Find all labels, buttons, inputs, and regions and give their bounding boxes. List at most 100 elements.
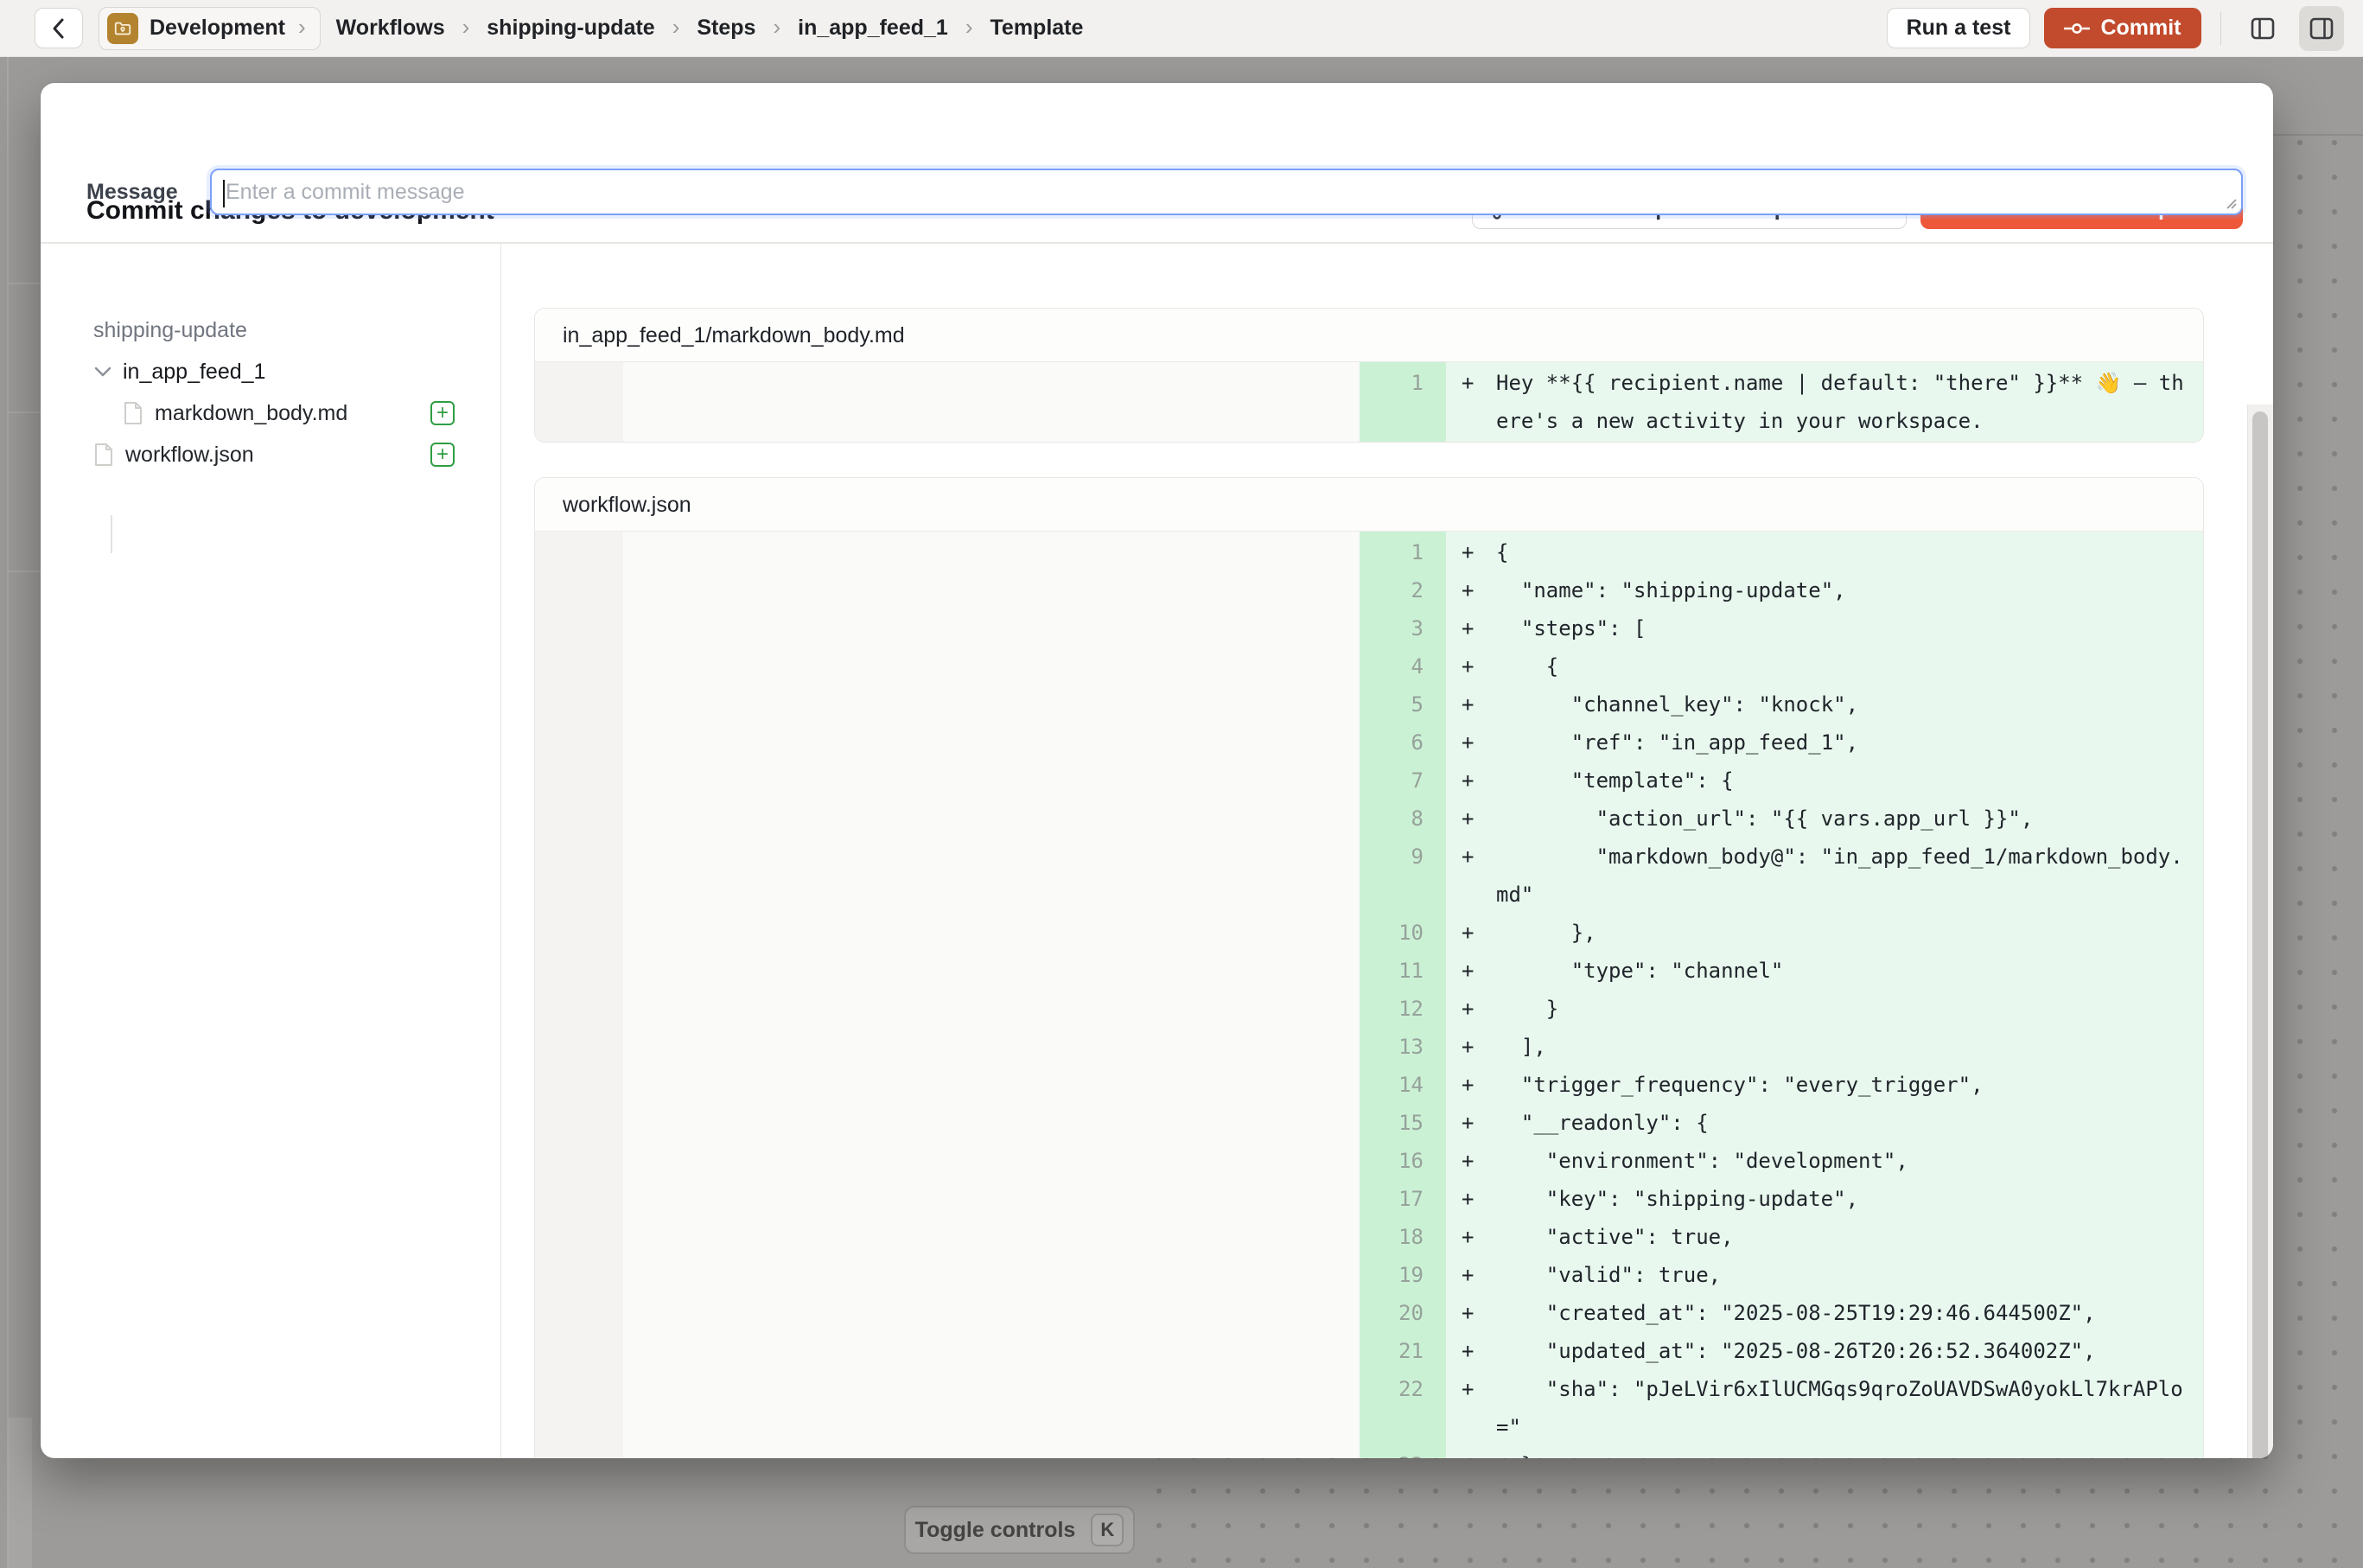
line-number: 5: [1360, 685, 1446, 723]
diff-add-sign: +: [1462, 364, 1496, 402]
diff-line-text: "created_at": "2025-08-25T19:29:46.64450…: [1496, 1294, 2191, 1332]
panel-right-icon: [2307, 14, 2336, 43]
line-number: 11: [1360, 952, 1446, 990]
chevron-left-icon: [49, 16, 68, 41]
line-number: 7: [1360, 762, 1446, 800]
diff-add-sign: +: [1462, 1446, 1496, 1458]
top-bar: Development › Workflows › shipping-updat…: [0, 0, 2363, 57]
diff-line-text: "template": {: [1496, 762, 2191, 800]
commit-icon: [2064, 18, 2090, 39]
diff-line: 9+ "markdown_body@": "in_app_feed_1/mark…: [535, 838, 2203, 914]
diff-body: 1+Hey **{{ recipient.name | default: "th…: [535, 362, 2203, 442]
diff-line-text: {: [1496, 533, 2191, 571]
canvas-panel-line: [7, 570, 41, 572]
breadcrumb-workflow-key[interactable]: shipping-update: [487, 16, 654, 41]
diff-old-side-empty: [535, 685, 1360, 723]
panel-left-icon: [2248, 14, 2277, 43]
tree-item-workflow-root[interactable]: shipping-update: [41, 309, 500, 351]
modal-scrollbar-thumb[interactable]: [2252, 411, 2268, 1458]
run-a-test-button[interactable]: Run a test: [1887, 8, 2031, 48]
diff-add-sign: +: [1462, 1028, 1496, 1066]
diff-card-markdown-body: in_app_feed_1/markdown_body.md 1+Hey **{…: [534, 308, 2204, 443]
diff-line: 2+ "name": "shipping-update",: [535, 571, 2203, 609]
diff-line-text: "updated_at": "2025-08-26T20:26:52.36400…: [1496, 1332, 2191, 1370]
line-number: 10: [1360, 914, 1446, 952]
line-number: 14: [1360, 1066, 1446, 1104]
modal-scrollbar-track[interactable]: [2247, 405, 2273, 1458]
diff-line: 12+ }: [535, 990, 2203, 1028]
tree-item-workflow-json[interactable]: workflow.json +: [41, 434, 500, 475]
file-added-badge: +: [430, 401, 455, 425]
diff-add-sign: +: [1462, 914, 1496, 952]
diff-add-sign: +: [1462, 1180, 1496, 1218]
diff-line: 7 + "template": {: [535, 762, 2203, 800]
file-added-badge: +: [430, 443, 455, 467]
chevron-right-icon: ›: [296, 14, 308, 41]
diff-old-side-empty: [535, 1028, 1360, 1066]
diff-line: 17+ "key": "shipping-update",: [535, 1180, 2203, 1218]
diff-filename: workflow.json: [535, 478, 2203, 532]
diff-line: 1+{: [535, 533, 2203, 571]
toggle-right-panel-button[interactable]: [2299, 6, 2344, 51]
toggle-left-panel-button[interactable]: [2240, 6, 2285, 51]
diff-old-side-empty: [535, 1218, 1360, 1256]
diff-add-sign: +: [1462, 1256, 1496, 1294]
environment-folder-icon: [107, 13, 138, 44]
breadcrumb-steps[interactable]: Steps: [697, 16, 755, 41]
diff-old-side-empty: [535, 609, 1360, 647]
diff-line-text: "trigger_frequency": "every_trigger",: [1496, 1066, 2191, 1104]
diff-line-text: Hey **{{ recipient.name | default: "ther…: [1496, 364, 2191, 440]
breadcrumb-separator: ›: [964, 14, 975, 41]
diff-add-sign: +: [1462, 685, 1496, 723]
diff-add-sign: +: [1462, 1370, 1496, 1408]
diff-line: 11+ "type": "channel": [535, 952, 2203, 990]
line-number: 19: [1360, 1256, 1446, 1294]
commit-message-input[interactable]: Enter a commit message: [210, 169, 2243, 215]
diff-line-text: "ref": "in_app_feed_1",: [1496, 723, 2191, 762]
textarea-resize-handle[interactable]: [2222, 194, 2238, 210]
diff-old-side-empty: [535, 1180, 1360, 1218]
diff-line-text: "action_url": "{{ vars.app_url }}",: [1496, 800, 2191, 838]
message-label: Message: [86, 169, 178, 215]
diff-add-sign: +: [1462, 571, 1496, 609]
diff-add-sign: +: [1462, 800, 1496, 838]
diff-line: 1+Hey **{{ recipient.name | default: "th…: [535, 364, 2203, 440]
tree-file-label: markdown_body.md: [155, 401, 347, 426]
diff-add-sign: +: [1462, 1294, 1496, 1332]
diff-line-text: "valid": true,: [1496, 1256, 2191, 1294]
diff-old-side-empty: [535, 1370, 1360, 1446]
toggle-controls-button[interactable]: Toggle controls K: [904, 1506, 1135, 1554]
diff-old-side-empty: [535, 1066, 1360, 1104]
diff-old-side-empty: [535, 1142, 1360, 1180]
breadcrumb-separator: ›: [461, 14, 472, 41]
diff-line: 23+ }: [535, 1446, 2203, 1458]
tree-item-step-folder[interactable]: in_app_feed_1: [41, 351, 500, 392]
diff-line: 8+ "action_url": "{{ vars.app_url }}",: [535, 800, 2203, 838]
diff-line-text: "key": "shipping-update",: [1496, 1180, 2191, 1218]
modal-header: Commit changes to development Commit and…: [41, 83, 2273, 242]
commit-button[interactable]: Commit: [2044, 8, 2201, 48]
tree-folder-label: in_app_feed_1: [123, 360, 265, 385]
diff-line: 21+ "updated_at": "2025-08-26T20:26:52.3…: [535, 1332, 2203, 1370]
environment-selector[interactable]: Development ›: [99, 7, 321, 50]
diff-old-side-empty: [535, 800, 1360, 838]
diff-old-side-empty: [535, 571, 1360, 609]
line-number: 23: [1360, 1446, 1446, 1458]
breadcrumb-workflows[interactable]: Workflows: [336, 16, 445, 41]
breadcrumb-template[interactable]: Template: [990, 16, 1084, 41]
diff-line-text: ],: [1496, 1028, 2191, 1066]
diff-line-text: "__readonly": {: [1496, 1104, 2191, 1142]
keyboard-shortcut-badge: K: [1091, 1514, 1124, 1546]
diff-add-sign: +: [1462, 762, 1496, 800]
file-icon: [93, 443, 114, 467]
diff-old-side-empty: [535, 990, 1360, 1028]
diff-line: 16+ "environment": "development",: [535, 1142, 2203, 1180]
diff-add-sign: +: [1462, 1104, 1496, 1142]
diff-line: 5+ "channel_key": "knock",: [535, 685, 2203, 723]
breadcrumb-separator: ›: [671, 14, 682, 41]
breadcrumb-step-ref[interactable]: in_app_feed_1: [798, 16, 948, 41]
diff-old-side-empty: [535, 1104, 1360, 1142]
back-button[interactable]: [35, 8, 83, 48]
tree-item-markdown-body[interactable]: markdown_body.md +: [41, 392, 500, 434]
line-number: 16: [1360, 1142, 1446, 1180]
